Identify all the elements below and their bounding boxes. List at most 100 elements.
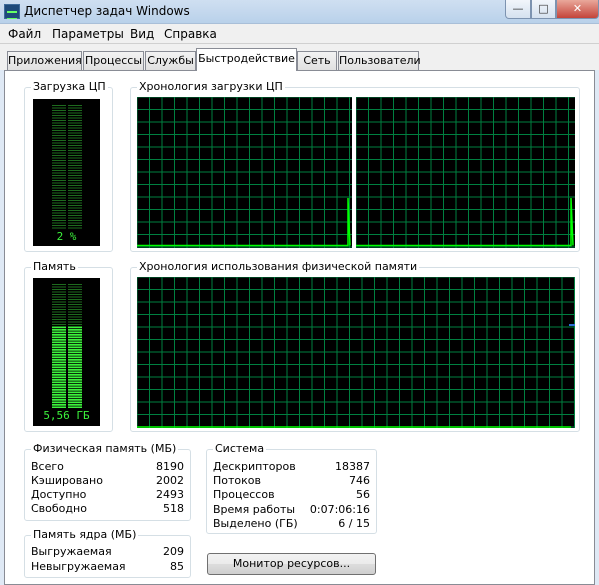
resource-monitor-button[interactable]: Монитор ресурсов...	[207, 553, 376, 575]
gauge-segment	[68, 207, 82, 209]
gauge-segment	[52, 215, 66, 216]
gauge-segment	[68, 354, 82, 356]
gauge-segment	[68, 152, 82, 154]
gauge-segment	[52, 299, 66, 300]
gauge-segment	[68, 291, 82, 293]
gauge-segment	[68, 170, 82, 171]
gauge-segment	[68, 296, 82, 298]
cpu-history-group: Хронология загрузки ЦП	[130, 80, 580, 252]
stat-value-handles: 18387	[335, 460, 370, 473]
memory-usage-gauge: 5,56 ГБ	[33, 278, 100, 426]
gauge-segment	[68, 117, 82, 119]
gauge-segment	[68, 299, 82, 300]
gauge-segment	[52, 364, 66, 366]
gauge-segment	[52, 396, 66, 399]
gauge-segment	[68, 212, 82, 214]
gauge-segment	[52, 381, 66, 384]
gauge-segment	[52, 167, 66, 169]
gauge-segment	[68, 399, 82, 401]
gauge-segment	[68, 190, 82, 191]
gauge-segment	[68, 202, 82, 204]
stat-row: Потоков 746	[213, 474, 370, 488]
gauge-segment	[68, 339, 82, 341]
gauge-segment	[52, 334, 66, 336]
memory-group: Память 5,56 ГБ	[24, 260, 113, 432]
gauge-segment	[68, 210, 82, 211]
gauge-segment	[52, 341, 66, 344]
stat-row: Всего 8190	[31, 460, 184, 474]
stat-label-uptime: Время работы	[213, 503, 296, 516]
gauge-segment	[68, 346, 82, 349]
gauge-segment	[52, 294, 66, 295]
gauge-segment	[68, 160, 82, 161]
gauge-segment	[68, 125, 82, 126]
title-bar: Диспетчер задач Windows — □ ✕	[0, 0, 599, 24]
tab-users[interactable]: Пользователи	[338, 51, 421, 70]
stat-value-cached: 2002	[156, 474, 184, 487]
gauge-segment	[52, 122, 66, 124]
gauge-segment	[68, 364, 82, 366]
gauge-segment	[68, 319, 82, 320]
stat-row: Выделено (ГБ) 6 / 15	[213, 517, 370, 531]
menu-file[interactable]: Файл	[8, 27, 41, 41]
stat-value-total: 8190	[156, 460, 184, 473]
gauge-segment	[52, 356, 66, 359]
gauge-segment	[52, 374, 66, 376]
gauge-segment	[52, 316, 66, 318]
maximize-button[interactable]: □	[531, 0, 556, 19]
gauge-segment	[68, 316, 82, 318]
gauge-segment	[52, 182, 66, 184]
gauge-segment	[52, 185, 66, 186]
gauge-segment	[68, 401, 82, 404]
tab-services[interactable]: Службы	[145, 51, 196, 70]
gauge-segment	[52, 286, 66, 288]
gauge-segment	[68, 286, 82, 288]
system-label: Система	[213, 442, 267, 455]
gauge-segment	[68, 105, 82, 106]
gauge-segment	[52, 177, 66, 179]
tab-processes[interactable]: Процессы	[83, 51, 144, 70]
stat-value-threads: 746	[349, 474, 370, 487]
gauge-segment	[52, 227, 66, 229]
gauge-segment	[52, 117, 66, 119]
menu-view[interactable]: Вид	[130, 27, 154, 41]
gauge-segment	[68, 314, 82, 315]
gauge-segment	[68, 379, 82, 381]
gauge-segment	[52, 132, 66, 134]
memory-history-group: Хронология использования физической памя…	[130, 260, 580, 432]
close-button[interactable]: ✕	[556, 0, 599, 19]
physical-memory-group: Физическая память (МБ) Всего 8190 Кэширо…	[24, 442, 191, 521]
menu-bar: Файл Параметры Вид Справка	[0, 24, 599, 44]
menu-options[interactable]: Параметры	[52, 27, 124, 41]
gauge-segment	[68, 157, 82, 159]
stat-label-nonpaged: Невыгружаемая	[31, 560, 126, 573]
gauge-segment	[68, 122, 82, 124]
gauge-segment	[52, 130, 66, 131]
cpu-usage-label: Загрузка ЦП	[31, 80, 108, 93]
tab-performance[interactable]: Быстродействие	[196, 48, 297, 71]
gauge-segment	[68, 371, 82, 374]
gauge-segment	[52, 175, 66, 176]
tab-applications[interactable]: Приложения	[7, 51, 82, 70]
gauge-segment	[52, 304, 66, 305]
gauge-segment	[68, 396, 82, 399]
gauge-segment	[52, 120, 66, 121]
gauge-segment	[52, 331, 66, 334]
gauge-segment	[52, 329, 66, 331]
gauge-segment	[52, 115, 66, 116]
gauge-segment	[68, 132, 82, 134]
gauge-segment	[52, 200, 66, 201]
cpu-usage-group: Загрузка ЦП 2 %	[24, 80, 113, 252]
gauge-segment	[68, 197, 82, 199]
minimize-button[interactable]: —	[505, 0, 531, 19]
gauge-segment	[52, 127, 66, 129]
gauge-segment	[68, 361, 82, 364]
gauge-segment	[52, 197, 66, 199]
gauge-segment	[52, 180, 66, 181]
gauge-segment	[68, 165, 82, 166]
gauge-segment	[52, 309, 66, 310]
tab-network[interactable]: Сеть	[297, 51, 337, 70]
menu-help[interactable]: Справка	[164, 27, 217, 41]
gauge-segment	[68, 162, 82, 164]
gauge-segment	[52, 147, 66, 149]
